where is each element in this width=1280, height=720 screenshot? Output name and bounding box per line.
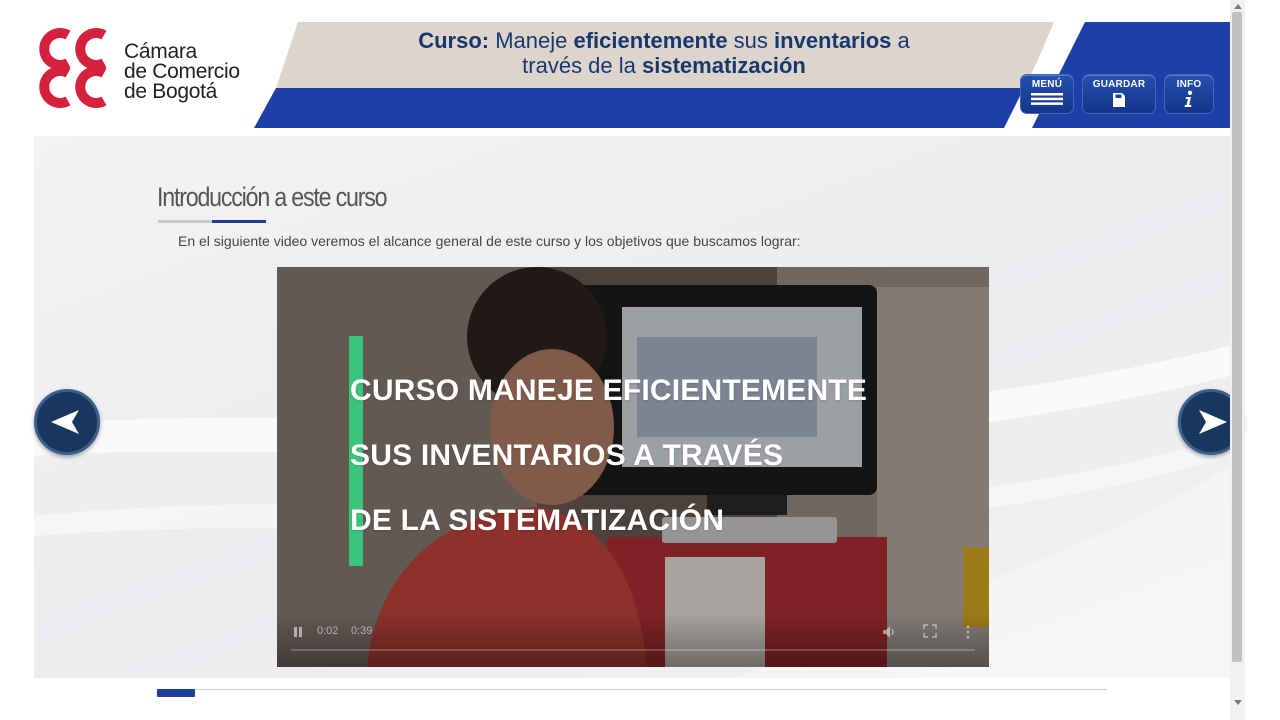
- scroll-up-arrow-icon[interactable]: [1234, 4, 1242, 9]
- menu-icon: [1031, 93, 1063, 105]
- video-controls: 0:02 0:39: [277, 613, 989, 667]
- logo-text: Cámara de Comercio de Bogotá: [124, 40, 240, 103]
- content-area: Introducción a este curso En el siguient…: [34, 136, 1230, 678]
- course-progress-track: [157, 689, 1107, 690]
- video-caption: CURSO MANEJE EFICIENTEMENTE SUS INVENTAR…: [350, 358, 867, 553]
- video-caption-line-2: SUS INVENTARIOS A TRAVÉS: [350, 439, 784, 472]
- course-title-part7: través de la: [522, 53, 642, 78]
- course-title-part3: eficientemente: [573, 28, 728, 53]
- info-button[interactable]: INFO: [1164, 74, 1214, 114]
- intro-text: En el siguiente video veremos el alcance…: [178, 233, 801, 249]
- logo-line-1: Cámara: [124, 40, 197, 63]
- course-title-part2: Maneje: [489, 28, 574, 53]
- video-time-current: 0:02: [317, 625, 339, 637]
- scrollbar-thumb[interactable]: [1232, 12, 1242, 662]
- info-button-label: INFO: [1176, 79, 1202, 90]
- video-caption-line-1: CURSO MANEJE EFICIENTEMENTE: [350, 374, 868, 407]
- arrow-left-icon: [51, 410, 79, 434]
- video-caption-line-3: DE LA SISTEMATIZACIÓN: [350, 504, 725, 537]
- previous-page-button[interactable]: [34, 389, 100, 455]
- logo-line-2: de Comercio: [124, 60, 240, 83]
- scrollbar[interactable]: [1230, 0, 1245, 720]
- course-title-part4: sus: [727, 28, 775, 53]
- course-title-part8: sistematización: [642, 53, 806, 78]
- course-page: Cámara de Comercio de Bogotá Curso: Mane…: [0, 0, 1280, 720]
- fullscreen-icon[interactable]: [923, 624, 937, 638]
- ccb-logo[interactable]: Cámara de Comercio de Bogotá: [34, 28, 284, 118]
- video-seek-bar[interactable]: [291, 649, 975, 651]
- save-button-label: GUARDAR: [1092, 79, 1146, 90]
- course-title-part1: Curso:: [418, 28, 490, 53]
- header: Cámara de Comercio de Bogotá Curso: Mane…: [34, 22, 1230, 128]
- more-options-icon[interactable]: [965, 624, 971, 640]
- info-icon: [1184, 90, 1193, 107]
- menu-button-label: MENÚ: [1031, 79, 1063, 90]
- section-title: Introducción a este curso: [157, 182, 388, 212]
- pause-icon[interactable]: [291, 625, 305, 639]
- scroll-down-arrow-icon[interactable]: [1234, 700, 1242, 705]
- title-underline-accent: [212, 220, 266, 223]
- course-progress-fill: [157, 689, 195, 697]
- video-player[interactable]: CURSO MANEJE EFICIENTEMENTE SUS INVENTAR…: [277, 267, 989, 667]
- ccb-logo-icon: [39, 28, 107, 108]
- save-icon: [1113, 93, 1125, 107]
- course-title-part5: inventarios: [774, 28, 892, 53]
- course-title: Curso: Maneje eficientemente sus inventa…: [384, 28, 944, 78]
- logo-line-3: de Bogotá: [124, 80, 218, 103]
- course-title-part6: a: [891, 28, 910, 53]
- menu-button[interactable]: MENÚ: [1020, 74, 1074, 114]
- video-time-total: 0:39: [351, 625, 373, 637]
- save-button[interactable]: GUARDAR: [1082, 74, 1156, 114]
- volume-icon[interactable]: [881, 624, 897, 640]
